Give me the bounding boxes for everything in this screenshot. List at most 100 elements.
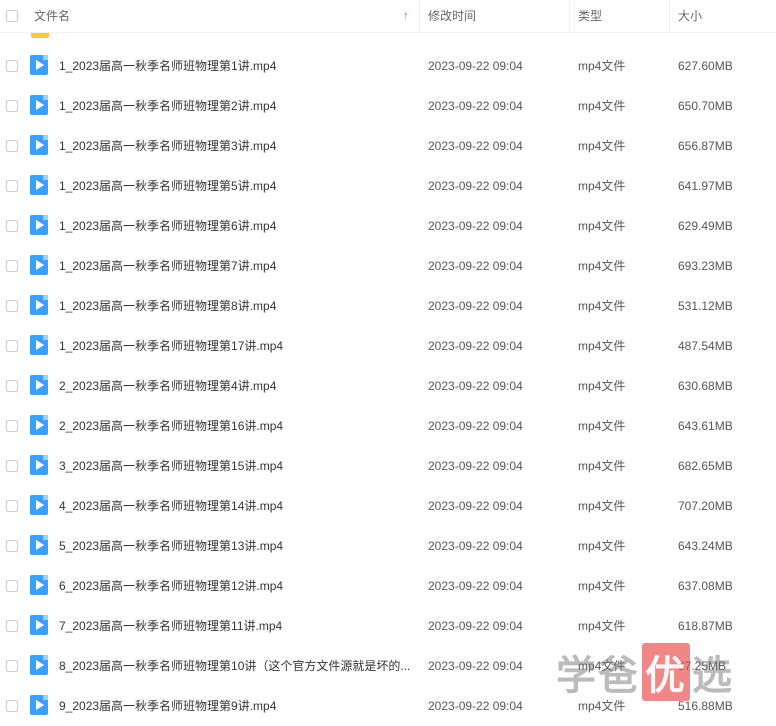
file-row[interactable]: 1_2023届高一秋季名师班物理第1讲.mp4 2023-09-22 09:04 m…	[0, 46, 776, 86]
row-checkbox[interactable]	[6, 180, 18, 192]
file-row[interactable]: 1_2023届高一秋季名师班物理第3讲.mp4 2023-09-22 09:04 m…	[0, 126, 776, 166]
file-modified-time: 2023-09-22 09:04	[428, 339, 523, 353]
file-row[interactable]: 1_2023届高一秋季名师班物理第7讲.mp4 2023-09-22 09:04 m…	[0, 246, 776, 286]
file-size: 627.60MB	[678, 59, 733, 73]
row-checkbox[interactable]	[6, 460, 18, 472]
column-header-time[interactable]: 修改时间	[428, 0, 476, 32]
file-type: mp4文件	[578, 459, 626, 473]
file-row[interactable]: 1_2023届高一秋季名师班物理第8讲.mp4 2023-09-22 09:04 m…	[0, 286, 776, 326]
row-checkbox[interactable]	[6, 540, 18, 552]
video-file-icon	[30, 175, 48, 195]
file-size: 641.97MB	[678, 179, 733, 193]
file-name[interactable]: 6_2023届高一秋季名师班物理第12讲.mp4	[59, 566, 415, 606]
file-row[interactable]: 5_2023届高一秋季名师班物理第13讲.mp4 2023-09-22 09:04…	[0, 526, 776, 566]
arrow-up-icon[interactable]: ↑	[403, 0, 409, 32]
file-modified-time: 2023-09-22 09:04	[428, 99, 523, 113]
file-name[interactable]: 1_2023届高一秋季名师班物理第1讲.mp4	[59, 46, 415, 86]
file-row[interactable]: 1_2023届高一秋季名师班物理第5讲.mp4 2023-09-22 09:04 m…	[0, 166, 776, 206]
row-checkbox[interactable]	[6, 580, 18, 592]
file-size: 637.08MB	[678, 579, 733, 593]
row-checkbox[interactable]	[6, 100, 18, 112]
file-row[interactable]: 2_2023届高一秋季名师班物理第16讲.mp4 2023-09-22 09:04…	[0, 406, 776, 446]
file-name[interactable]: 4_2023届高一秋季名师班物理第14讲.mp4	[59, 486, 415, 526]
watermark-text: 学爸	[556, 653, 640, 699]
file-name[interactable]: 1_2023届高一秋季名师班物理第5讲.mp4	[59, 166, 415, 206]
file-size: 487.54MB	[678, 339, 733, 353]
row-checkbox[interactable]	[6, 420, 18, 432]
play-icon	[36, 140, 44, 150]
play-icon	[36, 660, 44, 670]
file-row[interactable]: 6_2023届高一秋季名师班物理第12讲.mp4 2023-09-22 09:04…	[0, 566, 776, 606]
row-checkbox[interactable]	[6, 340, 18, 352]
row-checkbox[interactable]	[6, 660, 18, 672]
column-header-size[interactable]: 大小	[678, 0, 702, 32]
file-name[interactable]: 1_2023届高一秋季名师班物理第8讲.mp4	[59, 286, 415, 326]
video-file-icon	[30, 575, 48, 595]
file-row[interactable]: 7_2023届高一秋季名师班物理第11讲.mp4 2023-09-22 09:04…	[0, 606, 776, 646]
file-name[interactable]: 2_2023届高一秋季名师班物理第4讲.mp4	[59, 366, 415, 406]
column-divider[interactable]	[569, 0, 570, 32]
file-name[interactable]: 5_2023届高一秋季名师班物理第13讲.mp4	[59, 526, 415, 566]
file-name[interactable]: 9_2023届高一秋季名师班物理第9讲.mp4	[59, 686, 415, 726]
file-size: 656.87MB	[678, 139, 733, 153]
play-icon	[36, 300, 44, 310]
file-name[interactable]: 1_2023届高一秋季名师班物理第3讲.mp4	[59, 126, 415, 166]
column-divider[interactable]	[669, 0, 670, 32]
file-size: 629.49MB	[678, 219, 733, 233]
row-checkbox[interactable]	[6, 620, 18, 632]
file-name[interactable]: 1_2023届高一秋季名师班物理第7讲.mp4	[59, 246, 415, 286]
file-modified-time: 2023-09-22 09:04	[428, 299, 523, 313]
column-header-type[interactable]: 类型	[578, 0, 602, 32]
row-checkbox[interactable]	[6, 700, 18, 712]
file-size: 618.87MB	[678, 619, 733, 633]
file-type: mp4文件	[578, 419, 626, 433]
file-name[interactable]: 1_2023届高一秋季名师班物理第17讲.mp4	[59, 326, 415, 366]
file-type: mp4文件	[578, 139, 626, 153]
file-list-header: 文件名 ↑ 修改时间 类型 大小	[0, 0, 776, 33]
column-divider[interactable]	[419, 0, 420, 32]
watermark-box: 优	[642, 643, 690, 701]
file-name[interactable]: 7_2023届高一秋季名师班物理第11讲.mp4	[59, 606, 415, 646]
row-checkbox[interactable]	[6, 300, 18, 312]
row-checkbox[interactable]	[6, 60, 18, 72]
row-checkbox[interactable]	[6, 500, 18, 512]
file-row[interactable]: 3_2023届高一秋季名师班物理第15讲.mp4 2023-09-22 09:04…	[0, 446, 776, 486]
video-file-icon	[30, 615, 48, 635]
column-header-name[interactable]: 文件名	[34, 0, 70, 32]
file-size: 682.65MB	[678, 459, 733, 473]
play-icon	[36, 180, 44, 190]
file-name[interactable]: 3_2023届高一秋季名师班物理第15讲.mp4	[59, 446, 415, 486]
video-file-icon	[30, 295, 48, 315]
file-name[interactable]: 1_2023届高一秋季名师班物理第6讲.mp4	[59, 206, 415, 246]
file-row[interactable]: 1_2023届高一秋季名师班物理第6讲.mp4 2023-09-22 09:04 m…	[0, 206, 776, 246]
file-row[interactable]: 1_2023届高一秋季名师班物理第2讲.mp4 2023-09-22 09:04 m…	[0, 86, 776, 126]
file-name[interactable]: 2_2023届高一秋季名师班物理第16讲.mp4	[59, 406, 415, 446]
file-list: 1_2023届高一秋季名师班物理第1讲.mp4 2023-09-22 09:04 m…	[0, 32, 776, 726]
row-checkbox[interactable]	[6, 260, 18, 272]
file-row[interactable]: 1_2023届高一秋季名师班物理第17讲.mp4 2023-09-22 09:04…	[0, 326, 776, 366]
video-file-icon	[30, 335, 48, 355]
play-icon	[36, 580, 44, 590]
row-checkbox[interactable]	[6, 220, 18, 232]
file-size: 643.24MB	[678, 539, 733, 553]
file-modified-time: 2023-09-22 09:04	[428, 379, 523, 393]
play-icon	[36, 420, 44, 430]
file-type: mp4文件	[578, 99, 626, 113]
row-checkbox[interactable]	[6, 380, 18, 392]
file-modified-time: 2023-09-22 09:04	[428, 219, 523, 233]
video-file-icon	[30, 455, 48, 475]
video-file-icon	[30, 255, 48, 275]
file-row[interactable]: 4_2023届高一秋季名师班物理第14讲.mp4 2023-09-22 09:04…	[0, 486, 776, 526]
play-icon	[36, 220, 44, 230]
file-size: 707.20MB	[678, 499, 733, 513]
file-row[interactable]: 2_2023届高一秋季名师班物理第4讲.mp4 2023-09-22 09:04 m…	[0, 366, 776, 406]
file-size: 630.68MB	[678, 379, 733, 393]
file-name[interactable]: 1_2023届高一秋季名师班物理第2讲.mp4	[59, 86, 415, 126]
video-file-icon	[30, 135, 48, 155]
file-size: 693.23MB	[678, 259, 733, 273]
file-name[interactable]: 8_2023届高一秋季名师班物理第10讲（这个官方文件源就是坏的...	[59, 646, 415, 686]
play-icon	[36, 340, 44, 350]
select-all-checkbox[interactable]	[6, 10, 18, 22]
row-checkbox[interactable]	[6, 140, 18, 152]
file-type: mp4文件	[578, 59, 626, 73]
